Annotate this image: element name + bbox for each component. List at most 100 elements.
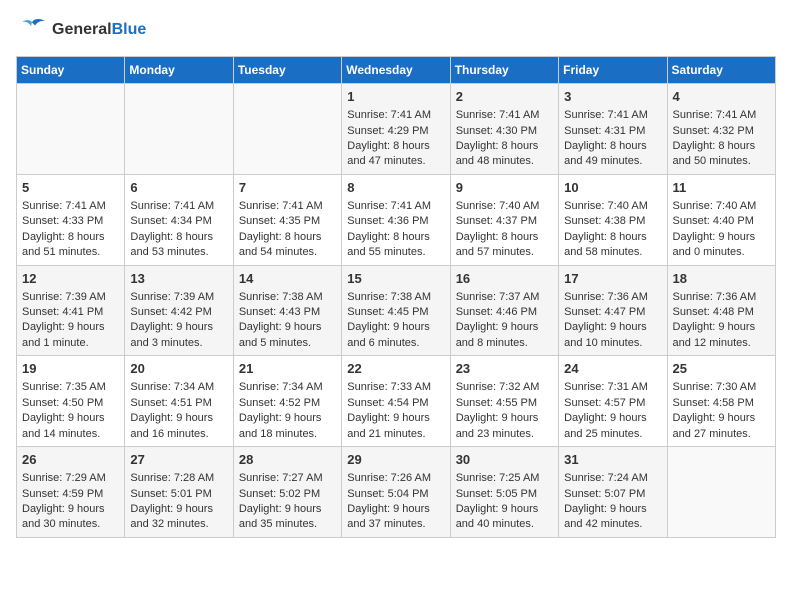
day-info: Sunset: 4:32 PM [673,124,770,139]
day-info: Sunrise: 7:41 AM [239,199,336,214]
calendar-week-4: 19Sunrise: 7:35 AMSunset: 4:50 PMDayligh… [17,356,776,447]
day-info: Sunset: 4:41 PM [22,305,119,320]
day-number: 16 [456,270,553,288]
day-info: Sunset: 4:54 PM [347,396,444,411]
logo: GeneralBlue [16,16,146,44]
day-number: 20 [130,360,227,378]
calendar-cell: 22Sunrise: 7:33 AMSunset: 4:54 PMDayligh… [342,356,450,447]
day-info: Sunrise: 7:32 AM [456,380,553,395]
day-number: 21 [239,360,336,378]
day-info: Sunset: 4:48 PM [673,305,770,320]
day-info: Sunrise: 7:41 AM [564,108,661,123]
calendar-cell: 26Sunrise: 7:29 AMSunset: 4:59 PMDayligh… [17,447,125,538]
calendar-cell: 8Sunrise: 7:41 AMSunset: 4:36 PMDaylight… [342,174,450,265]
day-info: Sunset: 4:58 PM [673,396,770,411]
day-info: Daylight: 8 hours and 53 minutes. [130,230,227,261]
calendar-cell: 17Sunrise: 7:36 AMSunset: 4:47 PMDayligh… [559,265,667,356]
calendar-cell: 4Sunrise: 7:41 AMSunset: 4:32 PMDaylight… [667,84,775,175]
day-info: Daylight: 9 hours and 1 minute. [22,320,119,351]
day-number: 18 [673,270,770,288]
day-number: 26 [22,451,119,469]
day-header-sunday: Sunday [17,57,125,84]
day-info: Sunrise: 7:34 AM [130,380,227,395]
day-info: Daylight: 9 hours and 21 minutes. [347,411,444,442]
day-info: Daylight: 8 hours and 47 minutes. [347,139,444,170]
day-info: Sunrise: 7:28 AM [130,471,227,486]
day-info: Daylight: 9 hours and 35 minutes. [239,502,336,533]
day-header-wednesday: Wednesday [342,57,450,84]
day-info: Sunrise: 7:38 AM [239,290,336,305]
day-info: Daylight: 8 hours and 54 minutes. [239,230,336,261]
day-info: Sunset: 4:59 PM [22,487,119,502]
day-info: Sunset: 4:57 PM [564,396,661,411]
day-number: 1 [347,88,444,106]
day-info: Sunset: 4:43 PM [239,305,336,320]
day-info: Sunset: 4:52 PM [239,396,336,411]
day-info: Sunset: 5:05 PM [456,487,553,502]
calendar-cell: 10Sunrise: 7:40 AMSunset: 4:38 PMDayligh… [559,174,667,265]
day-info: Sunrise: 7:39 AM [22,290,119,305]
day-info: Sunset: 4:38 PM [564,214,661,229]
day-info: Sunset: 4:33 PM [22,214,119,229]
day-info: Sunrise: 7:41 AM [347,108,444,123]
day-number: 10 [564,179,661,197]
day-number: 22 [347,360,444,378]
day-number: 24 [564,360,661,378]
calendar-cell: 30Sunrise: 7:25 AMSunset: 5:05 PMDayligh… [450,447,558,538]
day-header-tuesday: Tuesday [233,57,341,84]
calendar-cell: 9 Sunrise: 7:40 AMSunset: 4:37 PMDaylight… [450,174,558,265]
day-info: Daylight: 9 hours and 42 minutes. [564,502,661,533]
day-number: 25 [673,360,770,378]
day-number: 14 [239,270,336,288]
calendar-cell: 19Sunrise: 7:35 AMSunset: 4:50 PMDayligh… [17,356,125,447]
calendar-cell: 18Sunrise: 7:36 AMSunset: 4:48 PMDayligh… [667,265,775,356]
day-info: Daylight: 8 hours and 48 minutes. [456,139,553,170]
day-number: 6 [130,179,227,197]
day-info: Sunrise: 7:38 AM [347,290,444,305]
day-info: Sunset: 4:29 PM [347,124,444,139]
calendar-cell [667,447,775,538]
day-number: 31 [564,451,661,469]
day-info: Sunrise: 7:41 AM [22,199,119,214]
calendar-header-row: SundayMondayTuesdayWednesdayThursdayFrid… [17,57,776,84]
calendar-cell: 29Sunrise: 7:26 AMSunset: 5:04 PMDayligh… [342,447,450,538]
day-number: 15 [347,270,444,288]
day-number: 7 [239,179,336,197]
day-info: Sunset: 4:37 PM [456,214,553,229]
calendar-week-2: 5Sunrise: 7:41 AMSunset: 4:33 PMDaylight… [17,174,776,265]
day-header-thursday: Thursday [450,57,558,84]
day-number: 4 [673,88,770,106]
calendar-cell [233,84,341,175]
calendar-cell: 3Sunrise: 7:41 AMSunset: 4:31 PMDaylight… [559,84,667,175]
day-info: Sunrise: 7:34 AM [239,380,336,395]
day-info: Sunrise: 7:24 AM [564,471,661,486]
day-info: Daylight: 9 hours and 25 minutes. [564,411,661,442]
day-header-saturday: Saturday [667,57,775,84]
day-number: 23 [456,360,553,378]
day-number: 5 [22,179,119,197]
calendar-cell: 1 Sunrise: 7:41 AMSunset: 4:29 PMDaylight… [342,84,450,175]
day-info: Daylight: 9 hours and 32 minutes. [130,502,227,533]
calendar-table: SundayMondayTuesdayWednesdayThursdayFrid… [16,56,776,538]
day-info: Sunrise: 7:40 AM [564,199,661,214]
day-info: Sunrise: 7:40 AM [456,199,553,214]
day-header-friday: Friday [559,57,667,84]
calendar-cell: 2Sunrise: 7:41 AMSunset: 4:30 PMDaylight… [450,84,558,175]
day-info: Daylight: 9 hours and 30 minutes. [22,502,119,533]
day-info: Daylight: 8 hours and 49 minutes. [564,139,661,170]
day-info: Daylight: 9 hours and 6 minutes. [347,320,444,351]
day-number: 3 [564,88,661,106]
calendar-cell: 16Sunrise: 7:37 AMSunset: 4:46 PMDayligh… [450,265,558,356]
day-info: Sunrise: 7:30 AM [673,380,770,395]
day-info: Sunset: 4:36 PM [347,214,444,229]
day-number: 13 [130,270,227,288]
day-info: Sunset: 4:42 PM [130,305,227,320]
day-info: Sunrise: 7:41 AM [130,199,227,214]
day-info: Daylight: 8 hours and 57 minutes. [456,230,553,261]
day-info: Sunset: 4:40 PM [673,214,770,229]
day-number: 12 [22,270,119,288]
day-number: 27 [130,451,227,469]
day-info: Sunset: 4:51 PM [130,396,227,411]
day-number: 9 [456,179,553,197]
calendar-cell: 31Sunrise: 7:24 AMSunset: 5:07 PMDayligh… [559,447,667,538]
